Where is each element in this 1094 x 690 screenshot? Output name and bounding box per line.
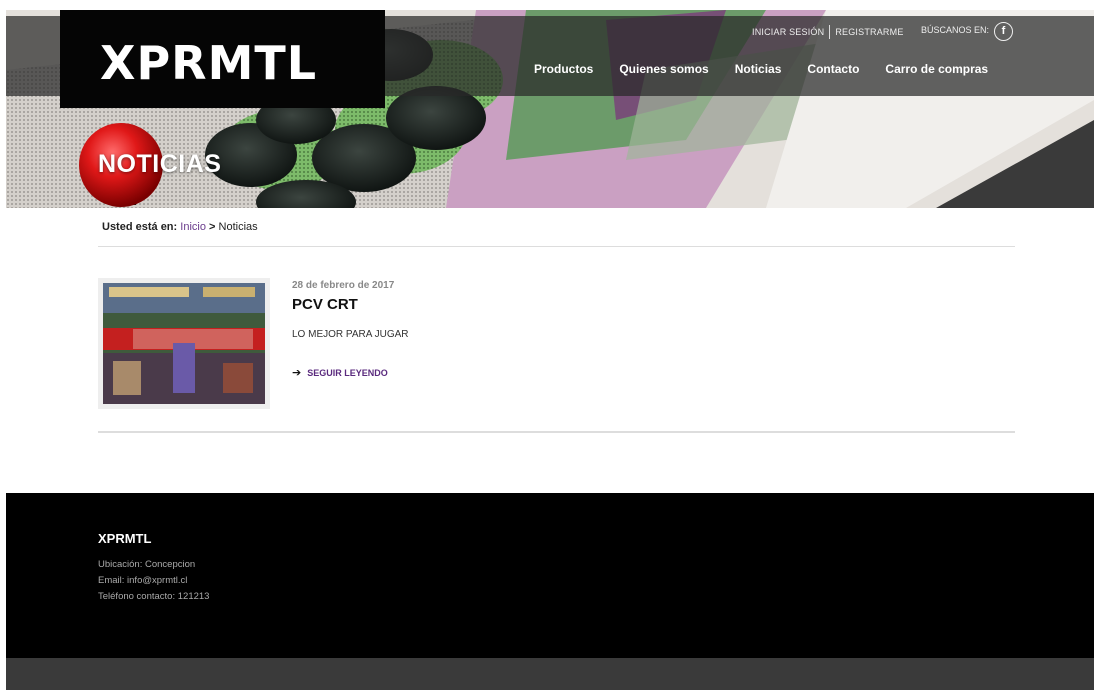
- login-link[interactable]: INICIAR SESIÓN: [752, 27, 824, 37]
- nav-item-carro-de-compras[interactable]: Carro de compras: [885, 62, 988, 76]
- find-us-label: BÚSCANOS EN:: [921, 25, 990, 35]
- divider: [829, 25, 831, 39]
- footer-contact-info: Ubicación: Concepcion Email: info@xprmtl…: [98, 557, 209, 605]
- divider: [98, 246, 1015, 247]
- read-more-label: SEGUIR LEYENDO: [307, 367, 388, 378]
- main-nav: Productos Quienes somos Noticias Contact…: [534, 62, 988, 76]
- breadcrumb-separator: >: [209, 221, 216, 233]
- nav-item-contacto[interactable]: Contacto: [807, 62, 859, 76]
- thumbnail-image: [103, 283, 265, 404]
- footer: XPRMTL Ubicación: Concepcion Email: info…: [6, 493, 1094, 658]
- footer-location: Ubicación: Concepcion: [98, 559, 196, 570]
- breadcrumb: Usted está en: Inicio > Noticias: [102, 221, 258, 233]
- breadcrumb-current: Noticias: [218, 221, 258, 233]
- divider: [98, 431, 1015, 433]
- hero-banner: XPRMTL INICIAR SESIÓN REGISTRARME BÚSCAN…: [6, 10, 1094, 208]
- bottom-bar: [6, 658, 1094, 690]
- footer-phone: Teléfono contacto: 121213: [98, 591, 210, 602]
- breadcrumb-home-link[interactable]: Inicio: [180, 221, 206, 233]
- page-title: NOTICIAS: [98, 150, 222, 178]
- read-more-link[interactable]: ➔ SEGUIR LEYENDO: [292, 366, 388, 379]
- footer-email: Email: info@xprmtl.cl: [98, 575, 188, 586]
- post-thumbnail[interactable]: [98, 278, 270, 409]
- facebook-icon[interactable]: f: [994, 22, 1013, 41]
- logo-box: XPRMTL: [60, 10, 385, 108]
- nav-item-productos[interactable]: Productos: [534, 62, 593, 76]
- post-excerpt: LO MEJOR PARA JUGAR: [292, 329, 409, 340]
- user-links: INICIAR SESIÓN REGISTRARME: [752, 25, 904, 39]
- site-logo[interactable]: XPRMTL: [100, 36, 317, 90]
- breadcrumb-label: Usted está en:: [102, 221, 178, 233]
- post-title[interactable]: PCV CRT: [292, 296, 358, 313]
- register-link[interactable]: REGISTRARME: [835, 27, 903, 37]
- arrow-right-icon: ➔: [292, 367, 302, 379]
- post-date: 28 de febrero de 2017: [292, 280, 395, 291]
- nav-item-quienes-somos[interactable]: Quienes somos: [619, 62, 708, 76]
- page: XPRMTL INICIAR SESIÓN REGISTRARME BÚSCAN…: [6, 10, 1094, 690]
- footer-brand: XPRMTL: [98, 531, 152, 546]
- nav-item-noticias[interactable]: Noticias: [735, 62, 782, 76]
